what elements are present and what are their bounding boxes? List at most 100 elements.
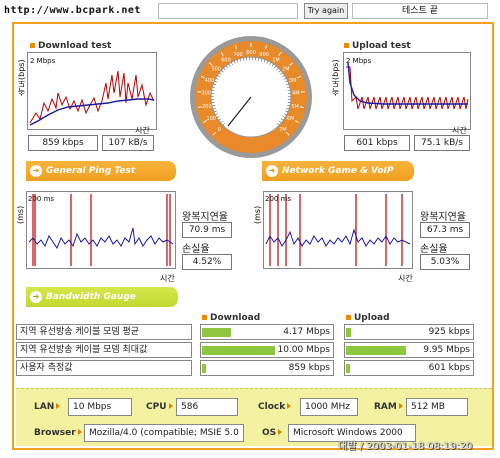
- gauge-dial: 0100 200 300 400 500600700 800 9001M2M 3M 4M 5M 6M…: [190, 36, 312, 158]
- download-gauge-bar: 4.17 Mbps: [200, 324, 334, 340]
- upload-rate-value: 75.1 kB/s: [414, 135, 470, 151]
- lan-label: LAN: [34, 398, 62, 416]
- lan-value: 10 Mbps: [68, 398, 132, 416]
- upload-blue-series: [347, 62, 468, 105]
- clock-value: 1000 MHz: [300, 398, 358, 416]
- bandwidth-download-header: Download: [202, 313, 260, 323]
- clock-label-text: Clock: [258, 402, 286, 412]
- gauge-tick-label: 500: [211, 66, 221, 72]
- os-label: OS: [262, 424, 284, 442]
- arrow-icon: ➜: [30, 291, 42, 303]
- tab-general-ping-label: General Ping Test: [46, 166, 136, 176]
- ping-rtt-label: 왕복지연율: [182, 212, 228, 223]
- download-speed-value: 859 kbps: [28, 135, 98, 151]
- watermark: 대발 / 2003-01-18 08:19:20: [338, 441, 473, 452]
- upload-gauge-bar: 925 kbps: [344, 324, 474, 340]
- gauge-tick-label: 200: [202, 104, 212, 110]
- upload-gauge-fill: [346, 346, 407, 355]
- upload-gauge-value: 9.95 Mbps: [423, 345, 470, 355]
- download-rate-value: 107 kB/s: [102, 135, 154, 151]
- gauge-tick-label: 100: [207, 116, 217, 122]
- upload-gauge-bar: 9.95 Mbps: [344, 342, 474, 358]
- upload-gauge-fill: [346, 328, 352, 337]
- bandwidth-row-label: 지역 유선방송 케이블 모뎀 평균: [16, 324, 192, 340]
- upload-title: Upload test: [344, 41, 411, 51]
- arrow-icon: [398, 403, 403, 409]
- game-loss-value: 5.03%: [420, 254, 470, 270]
- gauge-tick-label: 7M: [279, 127, 287, 133]
- bullet-icon: [30, 43, 35, 48]
- bandwidth-row-label: 지역 유선방송 케이블 모뎀 최대값: [16, 342, 192, 358]
- browser-label: Browser: [34, 424, 84, 442]
- ping-loss-spikes: [32, 194, 171, 266]
- download-plot: 2 Mbps: [29, 57, 155, 126]
- gauge-tick-label: 0: [218, 127, 221, 133]
- ping-chart: 200 ms: [26, 191, 176, 269]
- arrow-icon: [168, 403, 173, 409]
- game-loss-spikes: [269, 194, 403, 266]
- gauge-tick-label: 5M: [291, 104, 299, 110]
- game-rtt-value: 67.3 ms: [420, 222, 470, 238]
- gauge-tick-label: 6M: [287, 116, 295, 122]
- test-status-field: 테스트 끝: [352, 3, 488, 19]
- tab-general-ping[interactable]: ➜ General Ping Test: [26, 161, 176, 181]
- cpu-label: CPU: [146, 398, 175, 416]
- arrow-icon: ➜: [30, 165, 42, 177]
- download-gauge-value: 4.17 Mbps: [283, 327, 330, 337]
- bullet-icon: [344, 43, 349, 48]
- arrow-icon: [287, 403, 292, 409]
- arrow-icon: [56, 403, 61, 409]
- game-loss-label: 손실율: [420, 244, 448, 255]
- game-ylabel: (ms): [253, 205, 262, 224]
- ping-plot: 200 ms: [28, 194, 174, 266]
- gauge-tick-label: 600: [221, 58, 231, 64]
- browser-label-text: Browser: [34, 428, 76, 438]
- gauge-tick-label: 700: [233, 52, 243, 58]
- tab-network-game[interactable]: ➜Network Game & VoIP Test: [262, 161, 414, 196]
- download-gauge-fill: [202, 364, 206, 373]
- download-gauge-bar: 859 kbps: [200, 360, 334, 376]
- download-chart: 2 Mbps: [27, 52, 157, 130]
- status-field: [158, 3, 298, 19]
- download-gauge-value: 859 kbps: [288, 363, 330, 373]
- download-gauge-fill: [202, 328, 232, 337]
- gauge-tick-label: 400: [205, 78, 215, 84]
- ping-loss-label: 손실율: [182, 244, 210, 255]
- bandwidth-download-header-text: Download: [210, 313, 261, 323]
- bandwidth-row-label: 사용자 측정값: [16, 360, 192, 376]
- ping-ylabel: (ms): [16, 205, 25, 224]
- download-gauge-value: 10.00 Mbps: [277, 345, 330, 355]
- upload-ymax: 2 Mbps: [346, 57, 372, 65]
- game-plot: 200 ms: [265, 194, 411, 266]
- download-gauge-bar: 10.00 Mbps: [200, 342, 334, 358]
- ping-rtt-value: 70.9 ms: [182, 222, 232, 238]
- game-rtt-label: 왕복지연율: [420, 212, 466, 223]
- arrow-icon: ➜: [266, 165, 278, 177]
- tab-bandwidth-label: Bandwidth Gauge: [46, 292, 136, 302]
- gauge-tick-label: 1M: [272, 58, 280, 64]
- bandwidth-upload-header: Upload: [346, 313, 390, 323]
- cpu-label-text: CPU: [146, 402, 167, 412]
- tab-bandwidth-gauge[interactable]: ➜ Bandwidth Gauge: [26, 287, 178, 307]
- try-again-button[interactable]: Try again: [304, 3, 348, 19]
- gauge-tick-label: 800: [246, 50, 256, 56]
- site-url: http://www.bcpark.net: [4, 5, 141, 16]
- gauge-tick-label: 2M: [282, 66, 290, 72]
- ping-ymax: 200 ms: [28, 195, 54, 203]
- gauge-tick-label: 4M: [292, 91, 300, 97]
- upload-gauge-bar: 601 kbps: [344, 360, 474, 376]
- download-ylabel: 속도(bps): [17, 59, 26, 96]
- download-gauge-fill: [202, 346, 275, 355]
- upload-ylabel: 속도(bps): [331, 59, 340, 96]
- upload-chart: 2 Mbps: [343, 52, 471, 130]
- upload-speed-value: 601 kbps: [344, 135, 410, 151]
- game-latency-line: [265, 228, 411, 247]
- upload-gauge-fill: [346, 364, 350, 373]
- bandwidth-upload-header-text: Upload: [354, 313, 390, 323]
- download-ymax: 2 Mbps: [30, 57, 56, 65]
- upload-gauge-value: 925 kbps: [428, 327, 470, 337]
- ping-loss-value: 4.52%: [182, 254, 232, 270]
- os-label-text: OS: [262, 428, 277, 438]
- clock-label: Clock: [258, 398, 293, 416]
- ping-xlabel: 시간: [160, 274, 175, 283]
